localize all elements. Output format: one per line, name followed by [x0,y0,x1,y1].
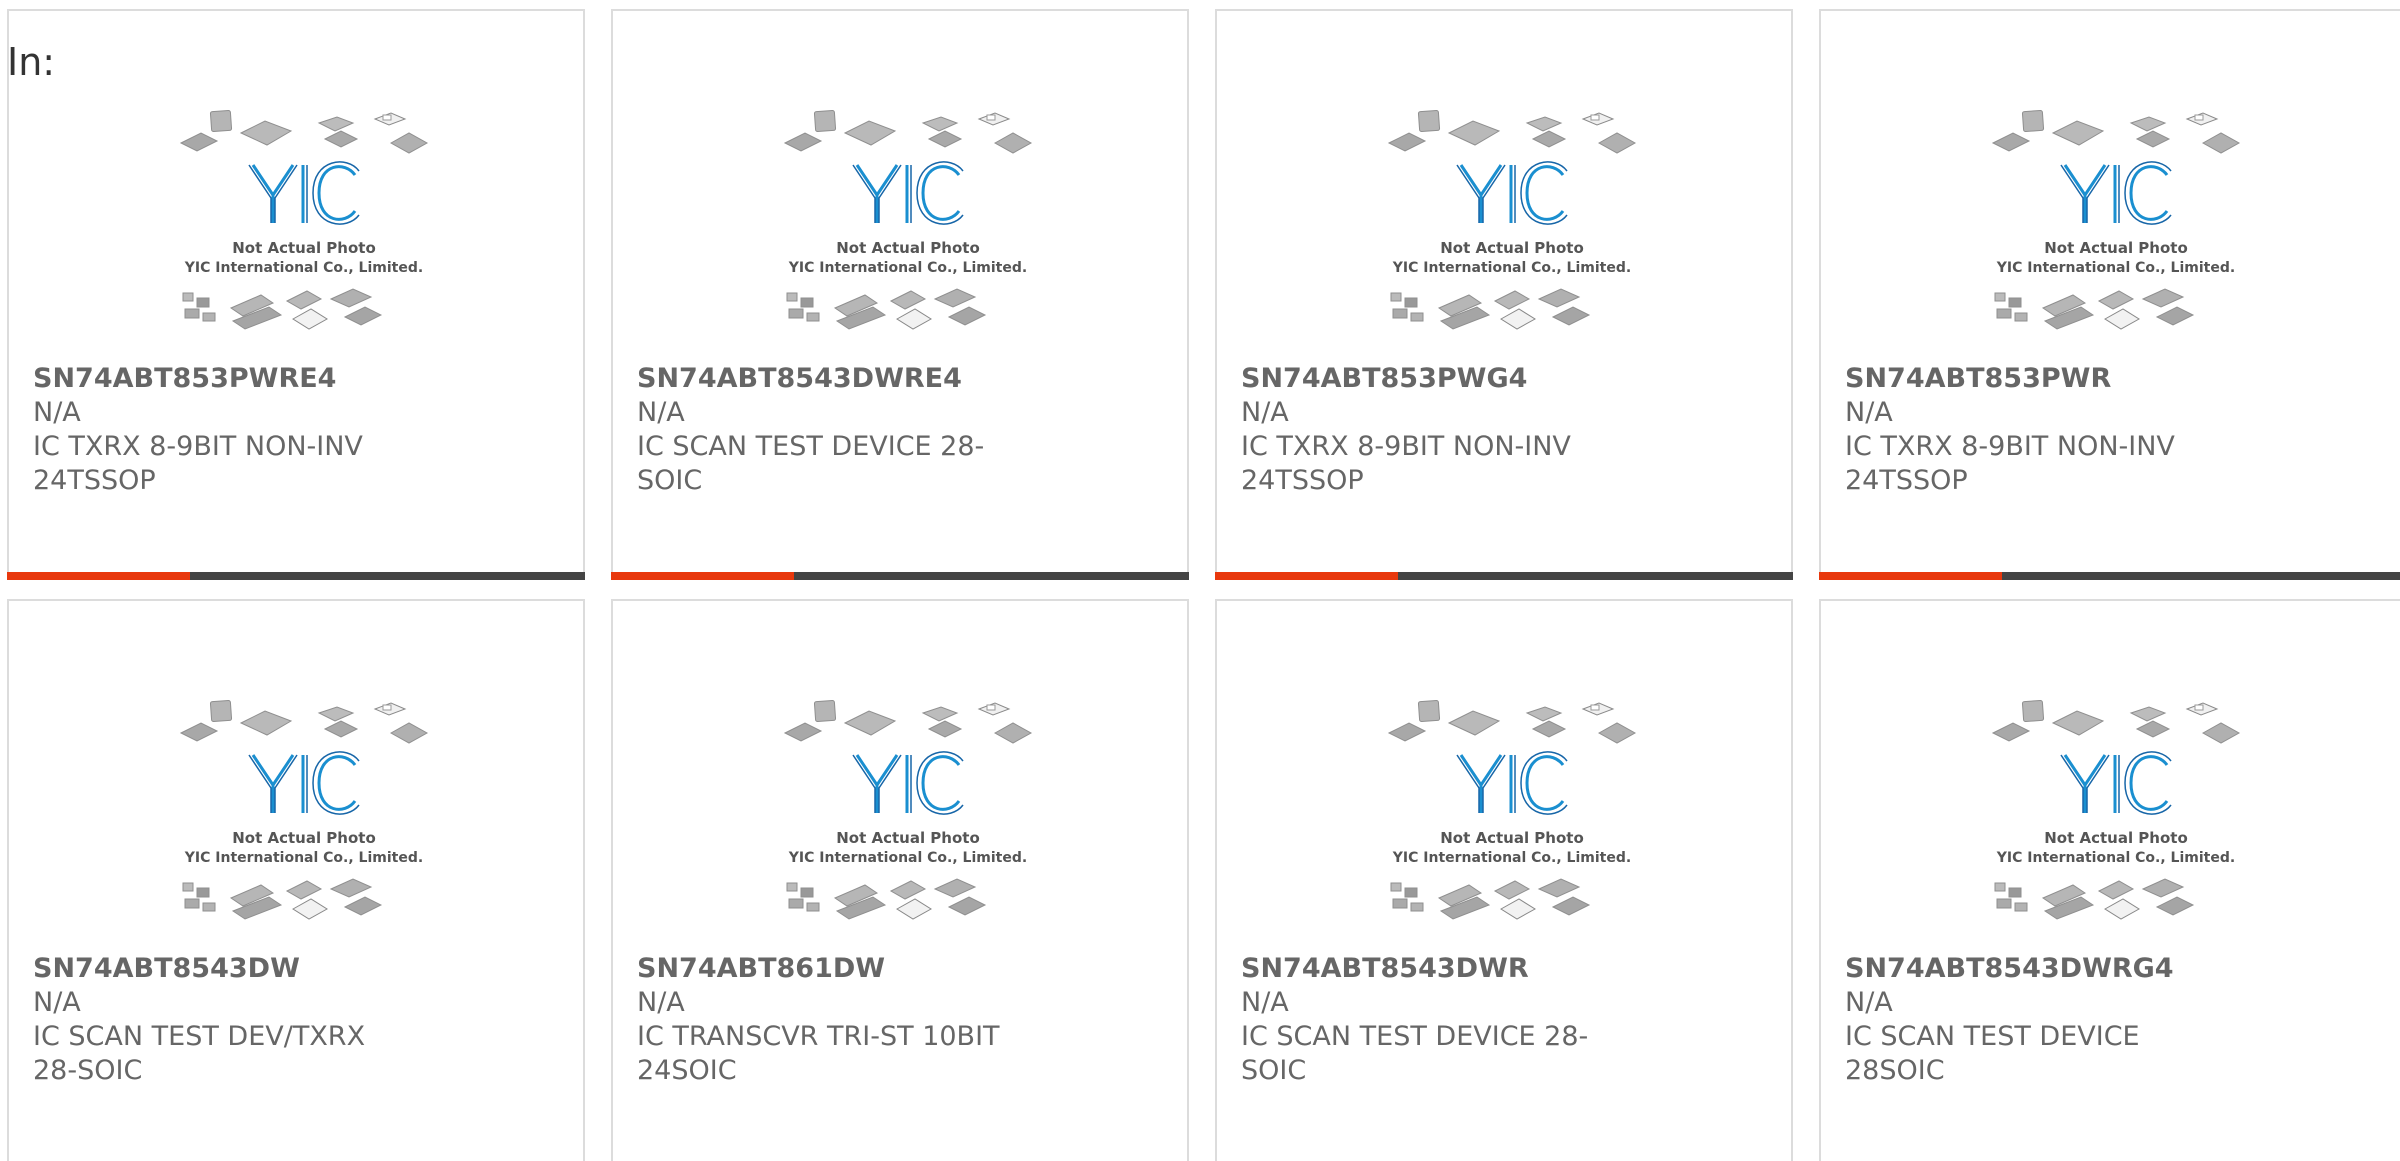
in-label: In: [7,40,56,84]
yic-logo-icon [2060,161,2172,225]
product-card[interactable]: Not Actual Photo YIC International Co., … [1819,9,2400,580]
manufacturer: N/A [1845,397,1893,428]
description: IC TXRX 8-9BIT NON-INV 24TSSOP [1241,431,1571,496]
description: IC TXRX 8-9BIT NON-INV 24TSSOP [1845,431,2175,496]
page: In: Not Actual Photo YIC International C… [0,0,2400,1161]
yic-logo-icon [852,161,964,225]
part-number[interactable]: SN74ABT853PWRE4 [33,362,336,396]
product-card[interactable]: Not Actual Photo YIC International Co., … [1215,599,1793,1161]
product-card[interactable]: Not Actual Photo YIC International Co., … [1819,599,2400,1161]
description: IC SCAN TEST DEVICE 28-SOIC [637,431,985,496]
part-number[interactable]: SN74ABT861DW [637,952,885,986]
part-number[interactable]: SN74ABT8543DWRG4 [1845,952,2174,986]
description: IC TRANSCVR TRI-ST 10BIT 24SOIC [637,1021,1000,1086]
photo-caption-line2: YIC International Co., Limited. [184,260,423,276]
product-card[interactable]: Not Actual Photo YIC International Co., … [611,599,1189,1161]
description: IC SCAN TEST DEVICE 28SOIC [1845,1021,2140,1086]
product-photo-placeholder: Not Actual Photo YIC International Co., … [783,699,1033,920]
product-photo-placeholder: Not Actual Photo YIC International Co., … [1387,109,1637,330]
manufacturer: N/A [637,987,685,1018]
product-card[interactable]: Not Actual Photo YIC International Co., … [1215,9,1793,580]
card-bar-accent [1819,572,2002,580]
photo-caption-line1: Not Actual Photo [2044,239,2188,257]
yic-logo-icon [2060,751,2172,815]
part-number[interactable]: SN74ABT8543DWRE4 [637,362,962,396]
card-bar [611,572,1189,580]
photo-caption-line1: Not Actual Photo [232,239,376,257]
card-bar-accent [1215,572,1398,580]
part-number[interactable]: SN74ABT853PWG4 [1241,362,1527,396]
product-card[interactable]: Not Actual Photo YIC International Co., … [611,9,1189,580]
card-bar-accent [611,572,794,580]
product-photo-placeholder: Not Actual Photo YIC International Co., … [179,109,429,330]
part-number[interactable]: SN74ABT8543DWR [1241,952,1529,986]
manufacturer: N/A [637,397,685,428]
photo-caption-line2: YIC International Co., Limited. [1392,260,1631,276]
manufacturer: N/A [33,397,81,428]
photo-caption-line2: YIC International Co., Limited. [1996,260,2235,276]
part-number[interactable]: SN74ABT853PWR [1845,362,2111,396]
product-card[interactable]: Not Actual Photo YIC International Co., … [7,599,585,1161]
photo-caption-line1: Not Actual Photo [1440,239,1584,257]
product-card[interactable]: Not Actual Photo YIC International Co., … [7,9,585,580]
product-photo-placeholder: Not Actual Photo YIC International Co., … [179,699,429,920]
yic-logo-icon [248,161,360,225]
description: IC SCAN TEST DEV/TXRX 28-SOIC [33,1021,366,1086]
photo-caption-line1: Not Actual Photo [232,829,376,847]
photo-caption-line2: YIC International Co., Limited. [788,850,1027,866]
yic-logo-icon [1456,751,1568,815]
photo-caption-line2: YIC International Co., Limited. [1392,850,1631,866]
photo-caption-line2: YIC International Co., Limited. [184,850,423,866]
photo-caption-line2: YIC International Co., Limited. [788,260,1027,276]
card-bar-accent [7,572,190,580]
product-photo-placeholder: Not Actual Photo YIC International Co., … [1991,109,2241,330]
part-number[interactable]: SN74ABT8543DW [33,952,300,986]
card-bar [1215,572,1793,580]
description: IC TXRX 8-9BIT NON-INV 24TSSOP [33,431,363,496]
photo-caption-line1: Not Actual Photo [836,239,980,257]
manufacturer: N/A [1845,987,1893,1018]
card-bar [7,572,585,580]
photo-caption-line1: Not Actual Photo [2044,829,2188,847]
manufacturer: N/A [33,987,81,1018]
description: IC SCAN TEST DEVICE 28-SOIC [1241,1021,1589,1086]
card-bar [1819,572,2400,580]
product-photo-placeholder: Not Actual Photo YIC International Co., … [783,109,1033,330]
photo-caption-line2: YIC International Co., Limited. [1996,850,2235,866]
photo-caption-line1: Not Actual Photo [1440,829,1584,847]
photo-caption-line1: Not Actual Photo [836,829,980,847]
product-photo-placeholder: Not Actual Photo YIC International Co., … [1387,699,1637,920]
manufacturer: N/A [1241,397,1289,428]
manufacturer: N/A [1241,987,1289,1018]
product-photo-placeholder: Not Actual Photo YIC International Co., … [1991,699,2241,920]
yic-logo-icon [852,751,964,815]
yic-logo-icon [248,751,360,815]
yic-logo-icon [1456,161,1568,225]
